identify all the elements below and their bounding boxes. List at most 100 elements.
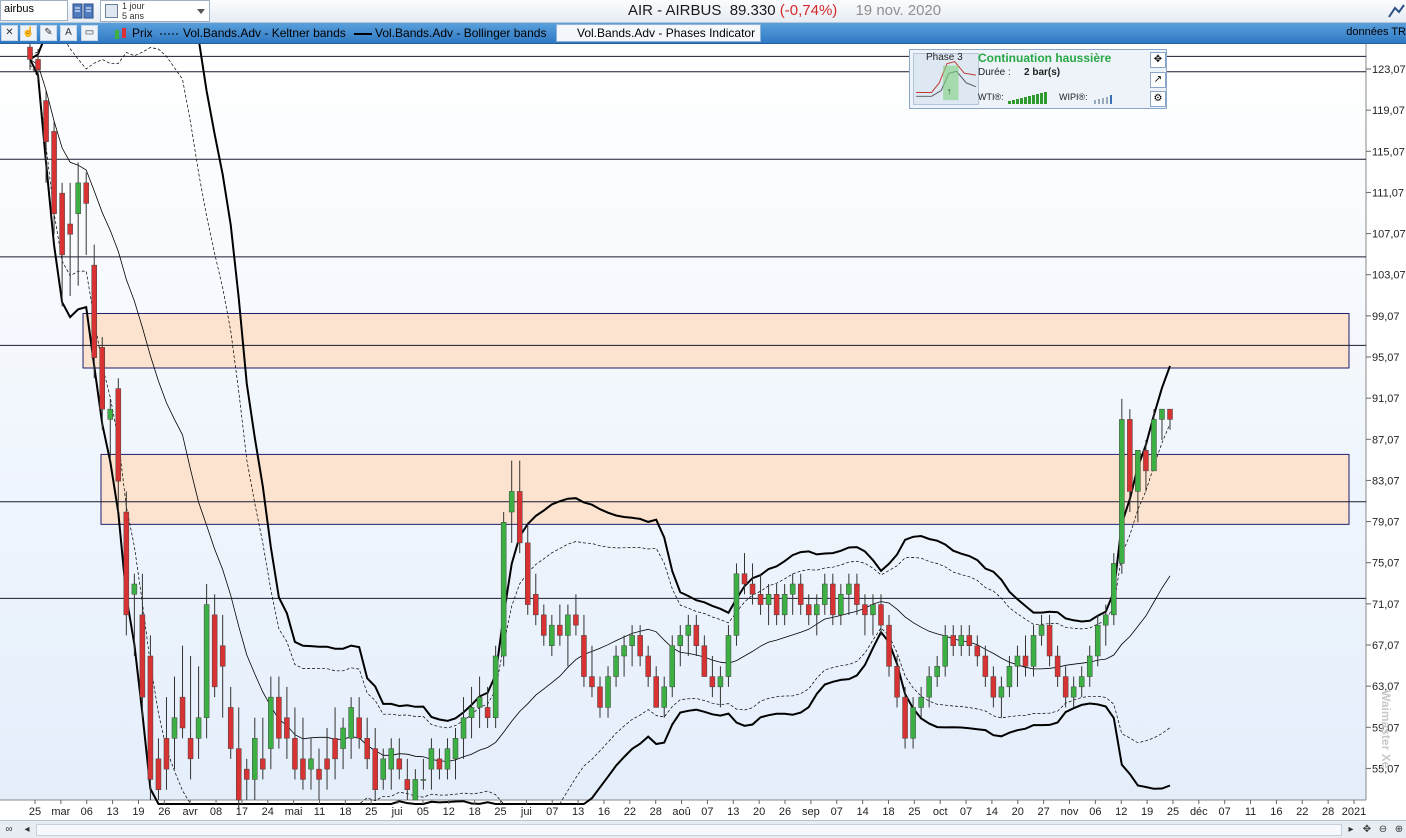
- x-tick-label: 07: [960, 806, 972, 818]
- x-tick-label: avr: [183, 806, 199, 818]
- candle-body: [717, 676, 724, 688]
- candle-body: [757, 594, 764, 605]
- candle-body: [725, 635, 732, 677]
- candle-body: [605, 676, 611, 708]
- candle-body: [1094, 624, 1101, 657]
- price-zone: [82, 312, 1350, 369]
- book-icon[interactable]: [72, 2, 94, 20]
- candle-body: [822, 583, 828, 605]
- candle-body: [500, 522, 507, 657]
- candle-body: [195, 717, 202, 739]
- y-tick-label: 119,07: [1372, 105, 1405, 117]
- candle-body: [340, 727, 346, 749]
- wipi-meter: [1094, 95, 1112, 104]
- candle-body: [1127, 419, 1133, 492]
- x-tick-label: 07: [1219, 806, 1231, 818]
- window-icon[interactable]: ▭: [81, 25, 98, 41]
- x-tick-label: 07: [546, 806, 558, 818]
- y-tick-label: 123,07: [1372, 64, 1406, 76]
- candle-body: [597, 686, 603, 708]
- legend-keltner[interactable]: Vol.Bands.Adv - Keltner bands: [160, 26, 346, 40]
- horizontal-scrollbar[interactable]: ∞ ◂ ▸ ✥ ⊖ ⊕: [0, 820, 1406, 838]
- y-tick-label: 99,07: [1372, 311, 1400, 323]
- price-chart[interactable]: 123,07 119,07 115,07 111,07 107,07 103,07 99,0…: [0, 44, 1406, 820]
- candle-body: [436, 758, 443, 770]
- x-tick-label: mai: [285, 806, 303, 818]
- legend-phases[interactable]: Vol.Bands.Adv - Phases Indicator: [556, 24, 761, 42]
- candle-body: [308, 758, 314, 770]
- x-tick-label: 27: [1038, 806, 1050, 818]
- scrollbar-track[interactable]: [36, 824, 1342, 836]
- candle-body: [805, 604, 812, 616]
- candle-body: [67, 223, 73, 235]
- hand-icon[interactable]: ☝: [20, 25, 37, 41]
- link-icon[interactable]: ∞: [2, 823, 16, 837]
- x-tick-label: 26: [779, 806, 791, 818]
- y-tick-label: 115,07: [1372, 146, 1405, 158]
- search-input[interactable]: airbus: [0, 0, 68, 21]
- period-select[interactable]: 1 jour 5 ans: [100, 0, 210, 22]
- candle-body: [452, 738, 459, 760]
- duration-value: 2 bar(s): [1024, 67, 1061, 78]
- x-tick-label: 14: [986, 806, 998, 818]
- x-tick-label: 25: [494, 806, 506, 818]
- chart-tool-icon[interactable]: [1386, 2, 1406, 20]
- candle-body: [388, 748, 395, 770]
- candle-body: [1022, 655, 1029, 667]
- candle-body: [404, 779, 411, 790]
- candle-body: [219, 645, 226, 667]
- candle-body: [613, 655, 619, 677]
- candle-body: [1119, 419, 1125, 564]
- candle-body: [59, 192, 65, 256]
- last-price: 89.330: [729, 2, 776, 19]
- legend-price-label: Prix: [132, 26, 153, 40]
- candle-body: [268, 696, 274, 749]
- settings-icon[interactable]: ⚙: [1150, 91, 1166, 107]
- y-tick-label: 91,07: [1372, 393, 1400, 405]
- candle-body: [573, 614, 579, 626]
- candle-body: [838, 594, 844, 616]
- x-tick-label: 06: [1089, 806, 1101, 818]
- y-tick-label: 87,07: [1372, 434, 1400, 446]
- candle-body: [356, 717, 362, 739]
- data-source-label: données TR: [1346, 26, 1406, 38]
- quote-date: 19 nov. 2020: [855, 2, 942, 19]
- scroll-left-icon[interactable]: ◂: [20, 823, 34, 837]
- pencil-icon[interactable]: ✎: [40, 25, 57, 41]
- candle-body: [557, 624, 563, 636]
- x-tick-label: 25: [1167, 806, 1179, 818]
- legend-bollinger[interactable]: Vol.Bands.Adv - Bollinger bands: [354, 26, 546, 40]
- legend-price[interactable]: Prix: [113, 26, 153, 41]
- candle-body: [549, 624, 555, 646]
- tools-icon[interactable]: ✕: [1, 25, 18, 41]
- candle-body: [661, 686, 667, 708]
- candle-body: [581, 635, 587, 677]
- x-tick-label: 13: [106, 806, 118, 818]
- svg-text:↑: ↑: [947, 86, 952, 97]
- candle-body: [797, 583, 804, 605]
- candle-body: [685, 624, 692, 636]
- x-tick-label: 25: [908, 806, 920, 818]
- candle-body: [516, 491, 523, 544]
- candle-body: [460, 717, 467, 739]
- chart-icon[interactable]: ↗: [1150, 72, 1166, 88]
- pan-icon[interactable]: ✥: [1360, 823, 1374, 837]
- candle-body: [1111, 563, 1117, 616]
- phase-panel[interactable]: ↑ Phase 3 Continuation haussière Durée :…: [909, 49, 1167, 109]
- candle-body: [147, 655, 154, 780]
- candle-body: [484, 707, 491, 718]
- y-tick-label: 71,07: [1372, 599, 1400, 611]
- move-icon[interactable]: ✥: [1150, 52, 1166, 68]
- alert-icon[interactable]: A: [60, 25, 77, 41]
- candle-body: [918, 696, 924, 708]
- candle-body: [300, 758, 306, 780]
- zoom-out-icon[interactable]: ⊖: [1376, 823, 1390, 837]
- candle-body: [284, 717, 290, 739]
- scroll-right-icon[interactable]: ▸: [1344, 823, 1358, 837]
- candle-body: [348, 707, 354, 739]
- wti-meter: [1008, 92, 1047, 104]
- x-tick-label: 18: [882, 806, 894, 818]
- candle-body: [476, 696, 483, 708]
- zoom-in-icon[interactable]: ⊕: [1392, 823, 1406, 837]
- x-tick-label: 05: [417, 806, 429, 818]
